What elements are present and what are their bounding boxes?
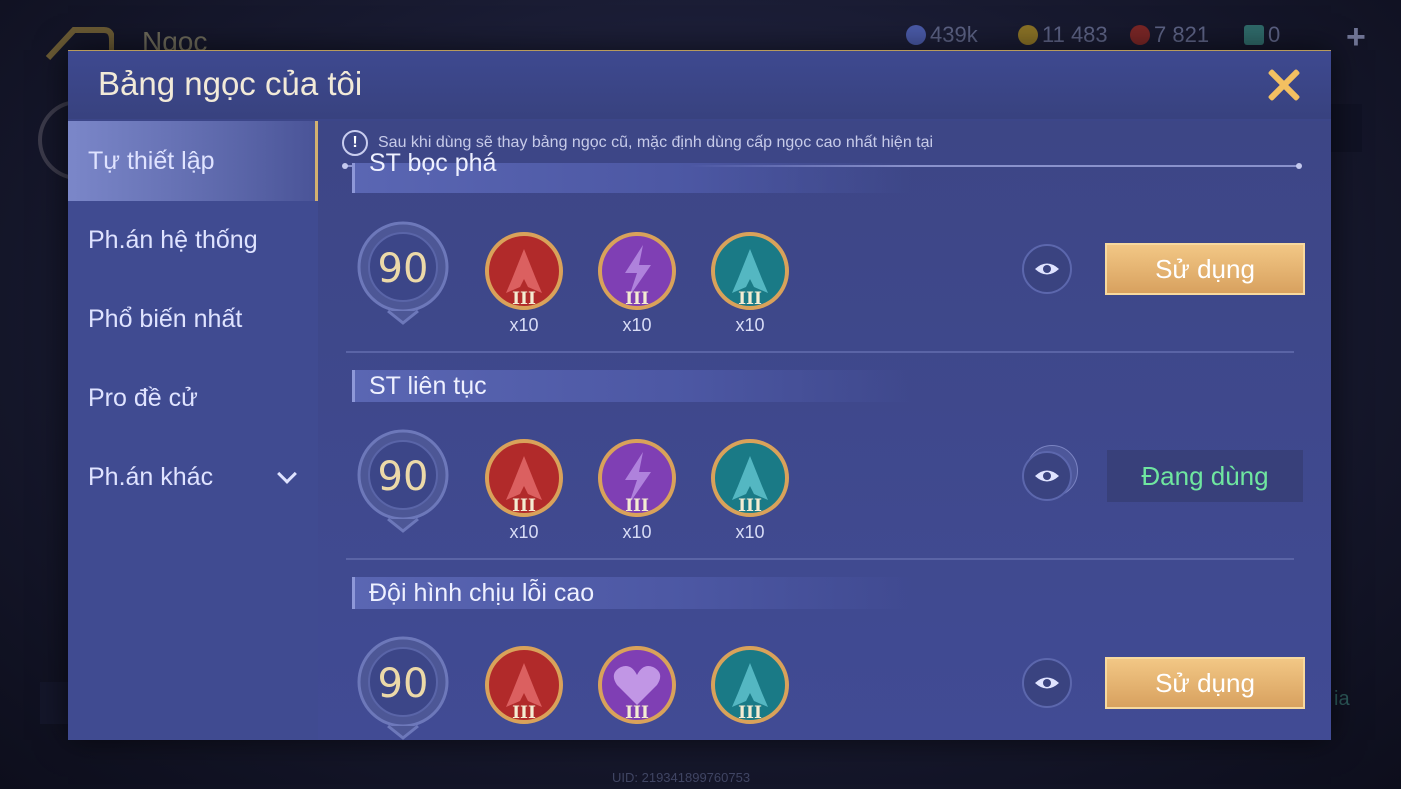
rune-page-modal: Bảng ngọc của tôi Tự thiết lập Ph.án hệ … — [68, 50, 1331, 740]
sidebar-item-label: Ph.án khác — [88, 463, 214, 491]
rune-page-name: ST bọc phá — [369, 149, 497, 177]
eye-icon — [1035, 677, 1059, 689]
sidebar-item-pro[interactable]: Pro đề cử — [68, 358, 318, 438]
gem-count: x10 — [622, 522, 652, 542]
gem-count: x10 — [509, 522, 539, 542]
gold-coin-icon — [1018, 25, 1038, 45]
gem-tier: III — [738, 703, 762, 723]
modal-title: Bảng ngọc của tôi — [98, 65, 363, 102]
gem-tier: III — [625, 496, 649, 516]
ruby-icon — [1130, 25, 1150, 45]
rune-level: 90 — [377, 661, 429, 707]
use-button[interactable]: Sử dụng — [1105, 243, 1305, 295]
eye-icon — [1035, 263, 1059, 275]
sidebar-item-label: Tự thiết lập — [88, 147, 215, 175]
gem-count: x10 — [509, 315, 539, 335]
resource-ruby: 7 821 — [1130, 22, 1209, 48]
red-rune-icon[interactable]: III — [484, 438, 564, 518]
sidebar-item-custom[interactable]: Tự thiết lập — [68, 121, 318, 201]
gem-count: x10 — [622, 315, 652, 335]
gem-tier: III — [738, 289, 762, 309]
red-rune-icon[interactable]: III — [484, 231, 564, 311]
preview-button[interactable] — [1022, 244, 1072, 294]
preview-button[interactable] — [1022, 451, 1072, 501]
gem-tier: III — [512, 496, 536, 516]
lightning-rune-icon[interactable]: III — [597, 231, 677, 311]
sidebar-item-label: Pro đề cử — [88, 384, 198, 412]
rune-page-list[interactable]: ! Sau khi dùng sẽ thay bảng ngọc cũ, mặc… — [318, 121, 1331, 740]
modal-header: Bảng ngọc của tôi — [68, 51, 1331, 119]
teal-rune-icon[interactable]: III — [710, 438, 790, 518]
background-label: ia — [1334, 688, 1350, 710]
rune-level: 90 — [377, 454, 429, 500]
resource-ticket: 0 — [1244, 22, 1280, 48]
divider — [346, 558, 1294, 560]
gem-tier: III — [512, 289, 536, 309]
chevron-down-icon — [277, 464, 297, 484]
sidebar-item-other[interactable]: Ph.án khác — [68, 437, 318, 517]
resource-stone: 439k — [906, 22, 978, 48]
divider — [346, 351, 1294, 353]
background-panel — [40, 682, 70, 724]
rune-page-header: Đội hình chịu lỗi cao — [352, 577, 912, 609]
background-panel — [1330, 104, 1362, 152]
sidebar-item-system[interactable]: Ph.án hệ thống — [68, 200, 318, 280]
preview-button[interactable] — [1022, 658, 1072, 708]
background-topbar: Ngọc 439k 11 483 7 821 0 + — [0, 0, 1401, 61]
resource-gold: 11 483 — [1018, 22, 1108, 48]
teal-rune-icon[interactable]: III — [710, 231, 790, 311]
rune-page-header: ST liên tục — [352, 370, 912, 402]
close-icon[interactable] — [1264, 65, 1304, 105]
sidebar-item-label: Phổ biến nhất — [88, 305, 243, 333]
rune-page-name: ST liên tục — [369, 372, 487, 400]
sidebar-item-popular[interactable]: Phổ biến nhất — [68, 279, 318, 359]
uid-label: UID: 219341899760753 — [612, 770, 751, 785]
use-button[interactable]: Sử dụng — [1105, 657, 1305, 709]
stone-icon — [906, 25, 926, 45]
teal-rune-icon[interactable]: III — [710, 645, 790, 725]
gem-tier: III — [512, 703, 536, 723]
lightning-rune-icon[interactable]: III — [597, 438, 677, 518]
info-icon: ! — [342, 130, 368, 156]
in-use-status: Đang dùng — [1107, 450, 1303, 502]
rune-level: 90 — [377, 246, 429, 292]
gem-count: x10 — [735, 522, 765, 542]
eye-icon — [1035, 470, 1059, 482]
red-rune-icon[interactable]: III — [484, 645, 564, 725]
rune-page-name: Đội hình chịu lỗi cao — [369, 579, 595, 607]
gem-tier: III — [738, 496, 762, 516]
gem-tier: III — [625, 703, 649, 723]
heart-rune-icon[interactable]: III — [597, 645, 677, 725]
gem-count: x10 — [735, 315, 765, 335]
sidebar: Tự thiết lập Ph.án hệ thống Phổ biến nhấ… — [68, 121, 318, 740]
ticket-icon — [1244, 25, 1264, 45]
rune-page-header: ST bọc phá — [352, 149, 912, 193]
gem-tier: III — [625, 289, 649, 309]
sidebar-item-label: Ph.án hệ thống — [88, 226, 258, 254]
add-resource-button[interactable]: + — [1346, 18, 1366, 57]
